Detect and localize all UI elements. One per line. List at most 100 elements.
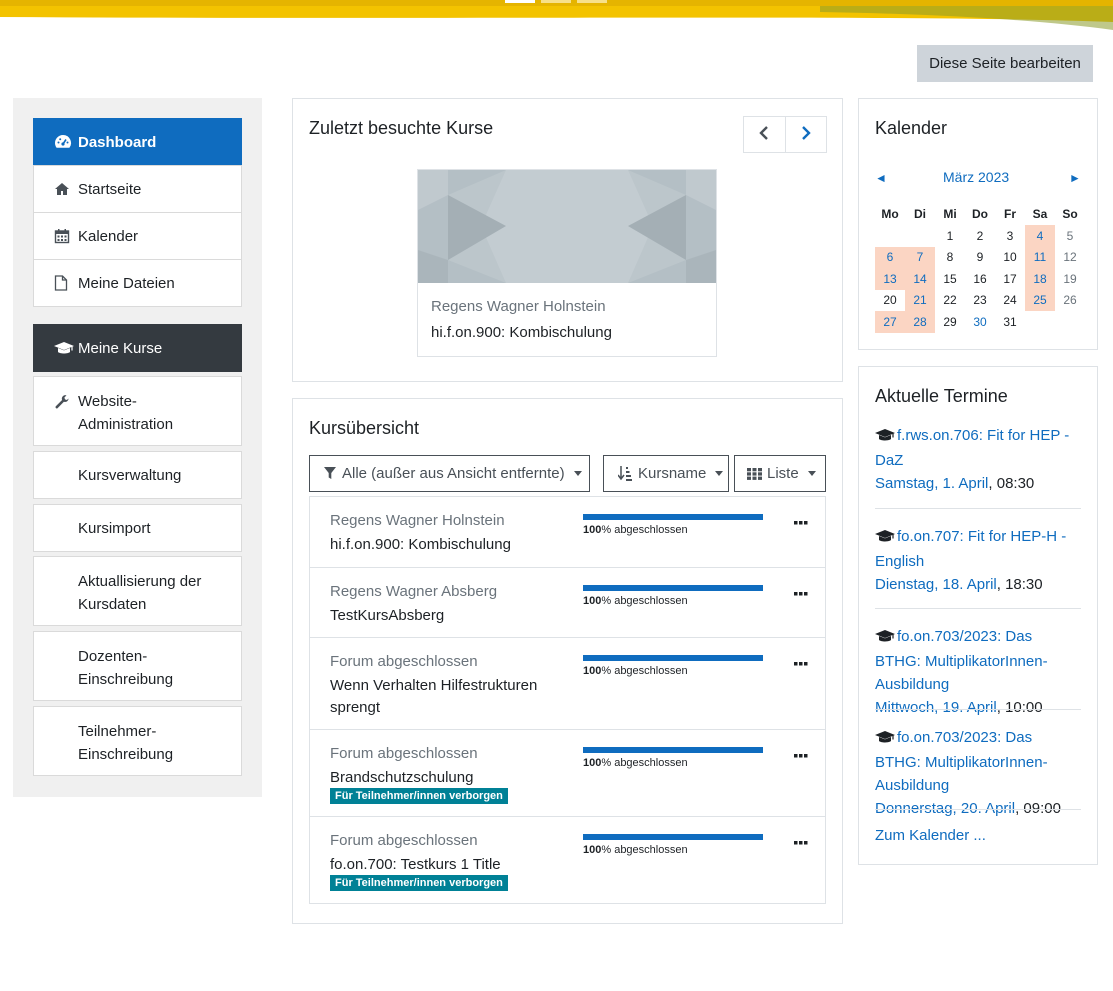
previous-month-link[interactable]: ◄ bbox=[875, 171, 887, 185]
more-actions-button[interactable] bbox=[794, 583, 808, 600]
calendar-day-link[interactable]: 13 bbox=[875, 268, 905, 290]
progress-text: 100% abgeschlossen bbox=[583, 757, 688, 769]
sidebar-item-label: Dashboard bbox=[78, 133, 157, 151]
sort-icon bbox=[618, 466, 632, 481]
caret-down-icon bbox=[715, 471, 724, 476]
sidebar-item-website-administration[interactable]: Website-Administration bbox=[33, 376, 242, 446]
more-actions-button[interactable] bbox=[794, 512, 808, 529]
sidebar-item-meine-kurse[interactable]: Meine Kurse bbox=[33, 324, 242, 372]
calendar-day: 24 bbox=[1003, 293, 1017, 308]
sidebar-item-teilnehmer-einschreibung[interactable]: Teilnehmer-Einschreibung bbox=[33, 706, 242, 776]
calendar-day-link[interactable]: 11 bbox=[1025, 246, 1055, 268]
calendar-day-link[interactable]: 18 bbox=[1025, 268, 1055, 290]
progress-suffix: % abgeschlossen bbox=[601, 524, 688, 536]
course-list: Regens Wagner Holnstein hi.f.on.900: Kom… bbox=[309, 496, 826, 904]
course-row[interactable]: Forum abgeschlossen fo.on.700: Testkurs … bbox=[310, 816, 825, 903]
sidebar-navigation: Dashboard Startseite Kalender Meine Date… bbox=[13, 98, 262, 797]
course-name-link[interactable]: Brandschutzschulung bbox=[330, 767, 570, 789]
calendar-block: Kalender ◄ März 2023 ► Mo Di Mi Do Fr Sa… bbox=[858, 98, 1098, 350]
calendar-day-link[interactable]: 4 bbox=[1025, 225, 1055, 247]
recent-courses-pager bbox=[743, 116, 827, 153]
go-to-calendar-link[interactable]: Zum Kalender ... bbox=[875, 827, 986, 844]
calendar-day: 17 bbox=[1003, 271, 1017, 286]
event-time: , 10:00 bbox=[996, 699, 1043, 716]
chevron-right-icon bbox=[801, 125, 811, 144]
course-name-link[interactable]: Wenn Verhalten Hilfestrukturen sprengt bbox=[330, 675, 570, 719]
course-category: Regens Wagner Holnstein bbox=[330, 512, 505, 529]
wrench-icon bbox=[54, 394, 78, 410]
calendar-day-link[interactable]: 25 bbox=[1025, 289, 1055, 311]
calendar-day bbox=[1055, 311, 1085, 333]
sidebar-item-label: Website-Administration bbox=[78, 393, 174, 433]
progress-suffix: % abgeschlossen bbox=[601, 595, 688, 607]
sort-dropdown[interactable]: Kursname bbox=[603, 455, 729, 492]
file-icon bbox=[54, 275, 78, 291]
next-button[interactable] bbox=[784, 117, 827, 152]
calendar-day-link[interactable]: 6 bbox=[875, 246, 905, 268]
weekday-header: Mo bbox=[881, 206, 899, 221]
course-name-link[interactable]: hi.f.on.900: Kombischulung bbox=[431, 324, 612, 341]
course-overview-block: Kursübersicht Alle (außer aus Ansicht en… bbox=[292, 398, 843, 924]
sidebar-item-dozenten-einschreibung[interactable]: Dozenten-Einschreibung bbox=[33, 631, 242, 701]
course-row[interactable]: Regens Wagner Holnstein hi.f.on.900: Kom… bbox=[310, 497, 825, 567]
block-title: Zuletzt besuchte Kurse bbox=[309, 118, 494, 138]
calendar-day-link[interactable]: 27 bbox=[875, 311, 905, 333]
sidebar-item-label: Teilnehmer-Einschreibung bbox=[78, 723, 174, 763]
course-name-link[interactable]: fo.on.700: Testkurs 1 Title bbox=[330, 854, 570, 876]
sidebar-item-label: Startseite bbox=[78, 180, 142, 198]
event-title-link[interactable]: fo.on.703/2023: Das BTHG: MultiplikatorI… bbox=[875, 729, 1048, 794]
chevron-left-icon bbox=[759, 125, 769, 144]
calendar-day-link[interactable]: 14 bbox=[905, 268, 935, 290]
course-row[interactable]: Forum abgeschlossen Wenn Verhalten Hilfe… bbox=[310, 637, 825, 729]
graduation-cap-icon bbox=[54, 341, 78, 355]
sidebar-item-dashboard[interactable]: Dashboard bbox=[33, 118, 242, 166]
event-date-link[interactable]: Mittwoch, 19. April bbox=[875, 699, 997, 716]
course-category: Regens Wagner Holnstein bbox=[431, 298, 606, 315]
divider bbox=[875, 608, 1081, 609]
event-title-link[interactable]: fo.on.703/2023: Das BTHG: MultiplikatorI… bbox=[875, 628, 1048, 693]
sidebar-item-kursverwaltung[interactable]: Kursverwaltung bbox=[33, 451, 242, 499]
next-month-link[interactable]: ► bbox=[1069, 171, 1081, 185]
weekday-header: Sa bbox=[1032, 206, 1048, 221]
current-month-label: März 2023 bbox=[943, 169, 1010, 185]
view-label: Liste bbox=[767, 465, 799, 482]
edit-page-button[interactable]: Diese Seite bearbeiten bbox=[917, 45, 1093, 82]
recent-course-card[interactable]: Regens Wagner Holnstein hi.f.on.900: Kom… bbox=[417, 169, 717, 357]
more-actions-button[interactable] bbox=[794, 653, 808, 670]
event-title-link[interactable]: f.rws.on.706: Fit for HEP - DaZ bbox=[875, 427, 1069, 469]
event-title-link[interactable]: fo.on.707: Fit for HEP-H - English bbox=[875, 528, 1066, 570]
course-row[interactable]: Regens Wagner Absberg TestKursAbsberg 10… bbox=[310, 567, 825, 637]
progress-text: 100% abgeschlossen bbox=[583, 524, 688, 536]
calendar-day: 2 bbox=[976, 228, 984, 243]
calendar-day: 12 bbox=[1063, 250, 1077, 265]
event-date-link[interactable]: Samstag, 1. April bbox=[875, 475, 988, 492]
course-name-link[interactable]: hi.f.on.900: Kombischulung bbox=[330, 534, 570, 556]
event-date-link[interactable]: Dienstag, 18. April bbox=[875, 576, 997, 593]
calendar-day-link[interactable]: 7 bbox=[905, 246, 935, 268]
grouping-filter-dropdown[interactable]: Alle (außer aus Ansicht entfernte) bbox=[309, 455, 590, 492]
course-row[interactable]: Forum abgeschlossen Brandschutzschulung … bbox=[310, 729, 825, 816]
weekday-header: Di bbox=[914, 206, 926, 221]
graduation-cap-icon bbox=[875, 527, 897, 550]
sidebar-item-startseite[interactable]: Startseite bbox=[33, 165, 242, 213]
sidebar-item-meine-dateien[interactable]: Meine Dateien bbox=[33, 259, 242, 307]
more-actions-button[interactable] bbox=[794, 832, 808, 849]
sidebar-item-kursimport[interactable]: Kursimport bbox=[33, 504, 242, 552]
calendar-day: 3 bbox=[1006, 228, 1014, 243]
previous-button[interactable] bbox=[744, 117, 785, 152]
block-title: Aktuelle Termine bbox=[875, 386, 1008, 406]
more-actions-button[interactable] bbox=[794, 745, 808, 762]
calendar-day-link[interactable]: 30 bbox=[965, 311, 995, 333]
sidebar-item-kalender[interactable]: Kalender bbox=[33, 212, 242, 260]
event-item: f.rws.on.706: Fit for HEP - DaZ Samstag,… bbox=[875, 424, 1081, 495]
view-dropdown[interactable]: Liste bbox=[734, 455, 826, 492]
calendar-day-link[interactable]: 21 bbox=[905, 289, 935, 311]
calendar-icon bbox=[54, 228, 78, 244]
ellipsis-icon bbox=[794, 512, 808, 529]
calendar-day: 1 bbox=[946, 228, 954, 243]
course-category: Forum abgeschlossen bbox=[330, 745, 478, 762]
course-image bbox=[418, 170, 716, 283]
calendar-day-link[interactable]: 28 bbox=[905, 311, 935, 333]
sidebar-item-kursdaten-update[interactable]: Aktuallisierung der Kursdaten bbox=[33, 556, 242, 626]
course-name-link[interactable]: TestKursAbsberg bbox=[330, 605, 570, 627]
